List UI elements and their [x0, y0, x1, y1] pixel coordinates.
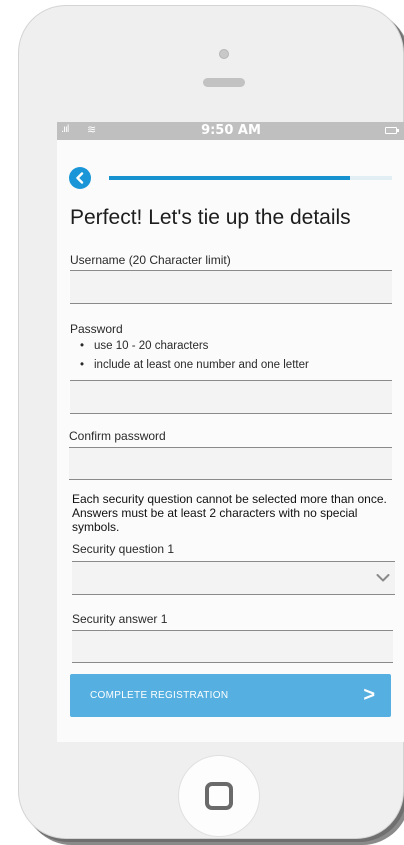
- chevron-right-icon: >: [363, 684, 375, 706]
- divider: [72, 594, 395, 595]
- speaker-grille: [203, 78, 245, 87]
- progress-fill: [109, 176, 350, 180]
- back-button[interactable]: [69, 167, 91, 189]
- confirm-password-label: Confirm password: [69, 429, 166, 443]
- status-bar: .ııl ≋ 9:50 AM: [57, 122, 404, 140]
- app-screen: .ııl ≋ 9:50 AM Perfect! Let's tie up the…: [57, 122, 404, 742]
- status-time: 9:50 AM: [201, 123, 261, 138]
- camera-dot: [219, 49, 229, 59]
- security-note: Each security question cannot be selecte…: [72, 492, 387, 534]
- complete-registration-button[interactable]: COMPLETE REGISTRATION >: [70, 674, 391, 717]
- security-answer-input[interactable]: [72, 631, 393, 662]
- home-square-icon: [205, 782, 233, 810]
- password-label: Password: [70, 322, 123, 336]
- divider: [69, 479, 392, 480]
- divider: [70, 303, 392, 304]
- page-title: Perfect! Let's tie up the details: [70, 206, 351, 229]
- battery-icon: [385, 127, 399, 134]
- home-button[interactable]: [178, 755, 260, 837]
- chevron-left-icon: [76, 172, 84, 184]
- divider: [72, 662, 393, 663]
- phone-frame: .ııl ≋ 9:50 AM Perfect! Let's tie up the…: [18, 5, 404, 839]
- security-question-select[interactable]: [72, 562, 395, 594]
- divider: [70, 413, 392, 414]
- password-rule: include at least one number and one lett…: [80, 359, 309, 378]
- username-label: Username (20 Character limit): [70, 253, 231, 267]
- username-input[interactable]: [70, 271, 392, 303]
- progress-bar: [109, 176, 392, 180]
- password-rule: use 10 - 20 characters: [80, 340, 309, 359]
- security-question-label: Security question 1: [72, 542, 175, 556]
- password-rules: use 10 - 20 characters include at least …: [80, 340, 309, 378]
- confirm-password-input[interactable]: [69, 448, 392, 479]
- chevron-down-icon[interactable]: [376, 573, 390, 583]
- password-input[interactable]: [70, 381, 392, 413]
- complete-registration-label: COMPLETE REGISTRATION: [90, 690, 229, 701]
- security-answer-label: Security answer 1: [72, 612, 168, 626]
